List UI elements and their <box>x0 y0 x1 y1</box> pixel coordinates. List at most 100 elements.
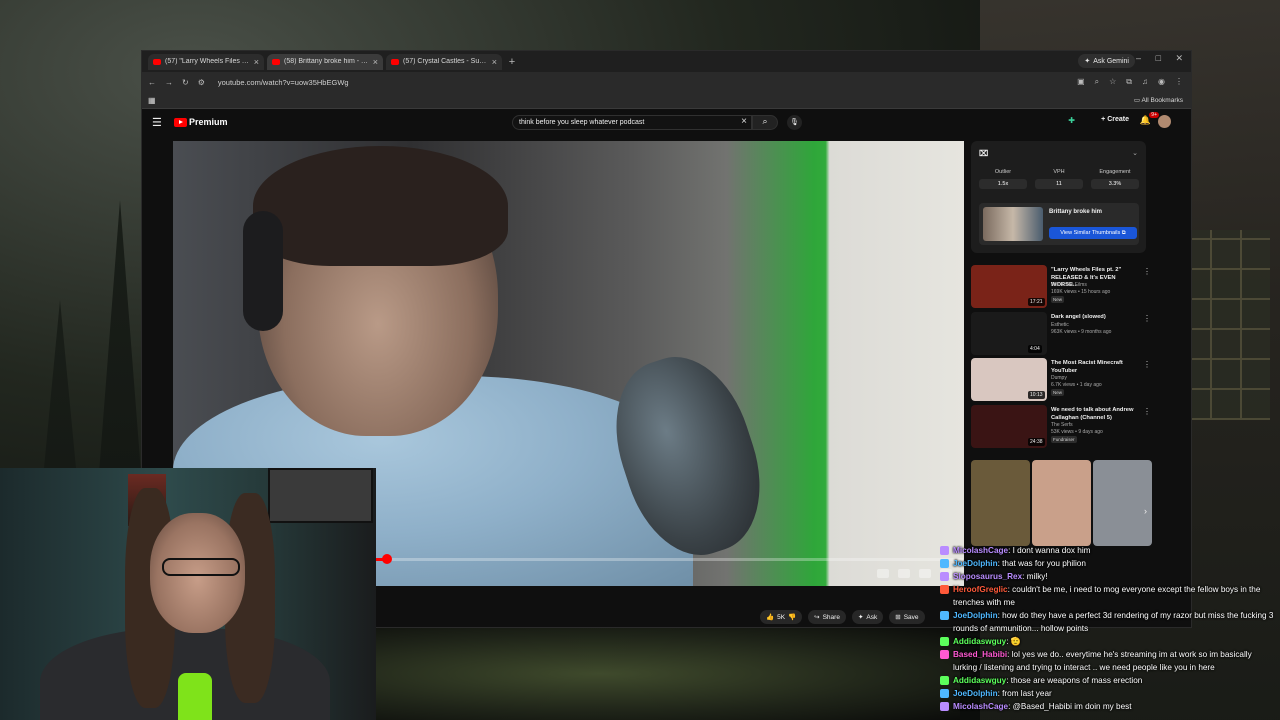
save-label: Save <box>903 613 919 621</box>
all-bookmarks-label: All Bookmarks <box>1141 97 1183 104</box>
share-icon: ↪ <box>814 614 820 621</box>
thumbs-down-icon[interactable]: 👎 <box>788 613 796 621</box>
recommendation-item[interactable]: 17:21 "Larry Wheels Files pt. 2" RELEASED… <box>971 265 1151 309</box>
more-options-icon[interactable]: ⋮ <box>1143 314 1151 323</box>
short-thumbnail[interactable] <box>971 460 1030 546</box>
recommendation-title[interactable]: The Most Racist Minecraft YouTuber <box>1051 360 1143 375</box>
chat-text: how do they have a perfect 3d rendering … <box>953 611 1274 633</box>
video-scrubber[interactable] <box>382 554 392 564</box>
chat-message: Addidaswguy: those are weapons of mass e… <box>940 674 1275 687</box>
chat-message: MicolashCage: @Based_Habibi im doin my b… <box>940 700 1275 713</box>
address-bar: ← → ↻ ⚙ youtube.com/watch?v=uow35HbEGWg … <box>142 72 1191 92</box>
chat-username[interactable]: JoeDolphin <box>953 611 998 620</box>
save-button[interactable]: ⊞ Save <box>889 610 925 624</box>
like-button[interactable]: 👍 5K 👎 <box>760 610 803 624</box>
chat-username[interactable]: Addidaswguy <box>953 676 1006 685</box>
chat-text: I dont wanna dox him <box>1012 546 1091 555</box>
chat-username[interactable]: MicolashCage <box>953 702 1008 711</box>
reload-icon[interactable]: ↻ <box>182 78 189 87</box>
search-icon: ⌕ <box>762 116 768 126</box>
search-query: think before you sleep whatever podcast <box>519 119 645 126</box>
apps-grid-icon[interactable]: ▦ <box>148 96 156 105</box>
close-tab-icon[interactable]: × <box>254 57 259 67</box>
youtube-logo[interactable]: Premium <box>174 117 228 127</box>
chat-username[interactable]: MicolashCage <box>953 546 1008 555</box>
share-button[interactable]: ↪ Share <box>808 610 846 624</box>
chat-username[interactable]: Addidaswguy <box>953 637 1006 646</box>
badge-icon <box>940 546 949 555</box>
more-options-icon[interactable]: ⋮ <box>1143 267 1151 276</box>
chat-username[interactable]: HeroofGreglic <box>953 585 1008 594</box>
clear-search-icon[interactable]: × <box>741 116 747 127</box>
chat-username[interactable]: JoeDolphin <box>953 559 998 568</box>
create-button[interactable]: + Create <box>1101 116 1129 123</box>
close-window-icon[interactable]: ✕ <box>1175 53 1183 64</box>
hamburger-menu-icon[interactable]: ☰ <box>152 116 162 129</box>
extension-icon[interactable]: ✚ <box>1068 116 1075 125</box>
settings-gear-icon[interactable] <box>919 569 931 578</box>
video-progress-bar[interactable] <box>363 558 963 561</box>
gemini-star-icon: ✦ <box>1084 58 1091 65</box>
chat-username[interactable]: Sloposaurus_Rex <box>953 572 1022 581</box>
recommendation-item[interactable]: 10:13 The Most Racist Minecraft YouTuber D… <box>971 358 1151 402</box>
new-tab-icon[interactable]: + <box>505 56 519 68</box>
stat-engagement: Engagement 3.3% <box>1091 169 1139 189</box>
short-thumbnail[interactable] <box>1032 460 1091 546</box>
recommendation-channel[interactable]: Jon Bravo Films <box>1051 282 1087 288</box>
chat-text: those are weapons of mass erection <box>1010 676 1143 685</box>
recommendation-channel[interactable]: The Serfs <box>1051 422 1073 428</box>
more-options-icon[interactable]: ⋮ <box>1143 407 1151 416</box>
autoplay-toggle-icon[interactable] <box>877 569 889 578</box>
badge-icon <box>940 611 949 620</box>
tab-larry-wheels[interactable]: (57) "Larry Wheels Files pt. 2" R × <box>148 53 264 70</box>
streamer-glasses <box>162 558 240 576</box>
bookmark-star-icon[interactable]: ☆ <box>1109 77 1116 87</box>
chat-message: JoeDolphin: how do they have a perfect 3… <box>940 609 1275 635</box>
view-similar-thumbnails-button[interactable]: View Similar Thumbnails ⧉ <box>1049 227 1137 239</box>
minimize-icon[interactable]: – <box>1136 53 1141 63</box>
recommendation-meta: 169K views • 15 hours ago <box>1051 289 1111 295</box>
site-info-icon[interactable]: ⚙ <box>198 78 205 87</box>
account-avatar[interactable] <box>1158 115 1171 128</box>
chat-username[interactable]: Based_Habibi <box>953 650 1007 659</box>
chevron-down-icon[interactable]: ⌄ <box>1132 149 1138 157</box>
close-tab-icon[interactable]: × <box>373 57 378 67</box>
short-thumbnail[interactable] <box>1093 460 1152 546</box>
zoom-icon[interactable]: ⌕ <box>1095 77 1099 87</box>
profile-icon[interactable]: ◉ <box>1158 77 1165 87</box>
video-actions: 👍 5K 👎 ↪ Share ✦ Ask ⊞ Save <box>760 610 925 624</box>
chat-username[interactable]: JoeDolphin <box>953 689 998 698</box>
more-options-icon[interactable]: ⋮ <box>1143 360 1151 369</box>
like-count: 5K <box>777 613 786 621</box>
stat-label: Outlier <box>994 169 1012 175</box>
maximize-icon[interactable]: □ <box>1156 53 1161 63</box>
notification-badge: 9+ <box>1149 112 1159 118</box>
menu-dots-icon[interactable]: ⋮ <box>1175 77 1183 87</box>
recommendation-channel[interactable]: Dumpy <box>1051 375 1067 381</box>
ask-gemini-button[interactable]: ✦ Ask Gemini <box>1078 54 1135 68</box>
recommendation-channel[interactable]: Esthetic <box>1051 322 1069 328</box>
recommendation-item[interactable]: 4:04 Dark angel (slowed) Esthetic 963K view… <box>971 312 1151 356</box>
extension-logo-icon: ⌧ <box>979 149 989 158</box>
recommendation-title[interactable]: We need to talk about Andrew Callaghan (… <box>1051 407 1143 422</box>
install-icon[interactable]: ▣ <box>1077 77 1085 87</box>
recommendation-title[interactable]: Dark angel (slowed) <box>1051 314 1143 322</box>
search-button[interactable]: ⌕ <box>752 115 778 130</box>
ask-button[interactable]: ✦ Ask <box>851 610 884 624</box>
tab-brittany[interactable]: (58) Brittany broke him - YouTu × <box>267 53 383 70</box>
close-tab-icon[interactable]: × <box>492 57 497 67</box>
media-icon[interactable]: ♫ <box>1142 77 1148 87</box>
recommendation-item[interactable]: 24:38 We need to talk about Andrew Callag… <box>971 405 1151 449</box>
forward-icon[interactable]: → <box>165 78 173 87</box>
voice-search-button[interactable]: 🎙 <box>787 115 802 130</box>
back-icon[interactable]: ← <box>148 78 156 87</box>
captions-icon[interactable] <box>898 569 910 578</box>
stats-row: Outlier 1.5x VPH 11 Engagement 3.3% <box>979 169 1139 189</box>
search-input[interactable]: think before you sleep whatever podcast … <box>512 115 752 130</box>
extensions-icon[interactable]: ⧉ <box>1126 77 1132 87</box>
url-field[interactable]: youtube.com/watch?v=uow35HbEGWg <box>218 78 349 87</box>
tab-crystal-castles[interactable]: (57) Crystal Castles - Suffocatio × <box>386 53 502 70</box>
all-bookmarks-button[interactable]: ▭ All Bookmarks <box>1134 96 1183 104</box>
chevron-right-icon[interactable]: › <box>1144 506 1147 516</box>
duration-badge: 17:21 <box>1028 298 1045 306</box>
